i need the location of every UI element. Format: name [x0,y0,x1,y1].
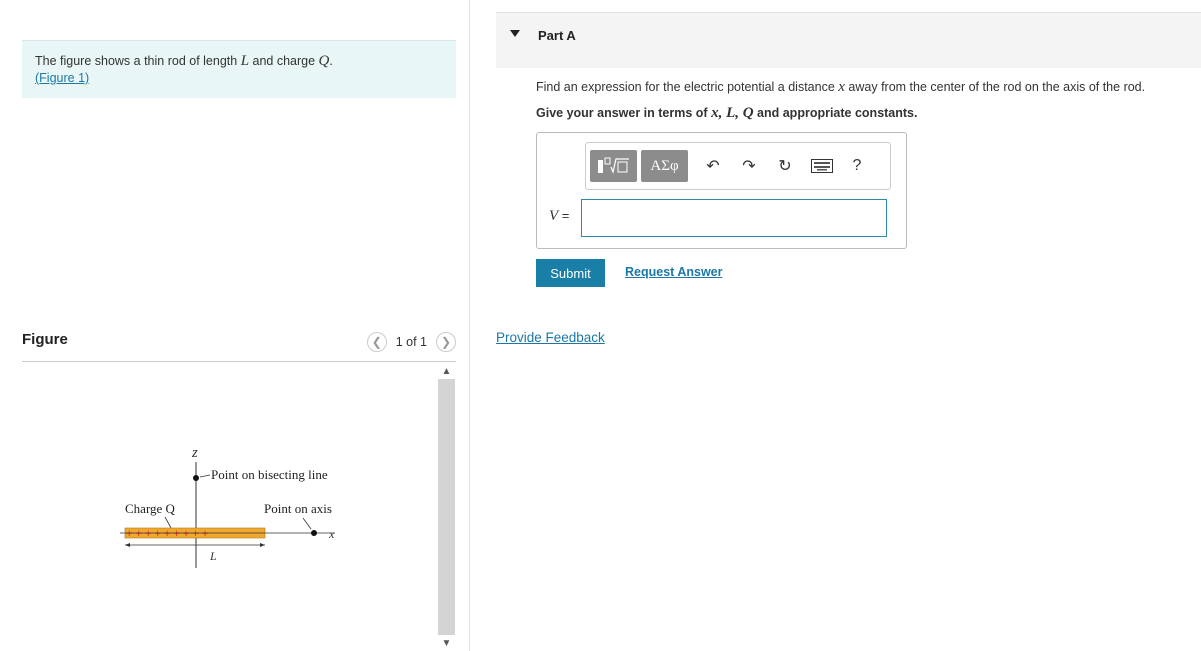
length-arrow-right [260,543,265,547]
var-Q: Q [318,53,330,69]
scroll-track[interactable] [438,379,455,635]
question-text: Find an expression for the electric pote… [536,79,1146,95]
length-arrow-left [125,543,130,547]
redo-icon: ↷ [742,158,756,175]
bisect-label: Point on bisecting line [211,467,328,482]
figure-title: Figure [22,331,68,348]
undo-icon: ↶ [706,158,720,175]
collapse-caret-icon[interactable] [510,30,520,37]
instruction-text: Give your answer in terms of x, L, Q and… [536,105,918,121]
bisect-point [193,475,199,481]
charge-label: Charge Q [125,501,176,516]
rod-figure: z Point on bisecting line Charge Q + + +… [120,445,335,568]
templates-button[interactable] [590,150,637,182]
part-title: Part A [538,28,576,43]
reset-button[interactable]: ↻ [772,150,798,182]
bisect-leader [199,474,211,478]
chevron-left-icon: ❮ [371,335,382,349]
redo-button[interactable]: ↷ [736,150,762,182]
scroll-down-icon[interactable]: ▼ [438,635,455,651]
request-answer-link[interactable]: Request Answer [625,265,722,279]
answer-input[interactable] [581,199,887,237]
templates-icon [597,157,629,175]
scroll-up-icon[interactable]: ▲ [438,363,455,379]
figure-header: Figure ❮ 1 of 1 ❯ [22,327,456,362]
rod-plus-signs: + + + + + + + + + [126,528,208,540]
greek-button[interactable]: ΑΣφ [641,150,688,182]
provide-feedback-link[interactable]: Provide Feedback [496,330,605,345]
answer-box: ΑΣφ ↶ ↷ ↻ ? V = [536,132,907,249]
charge-leader [164,516,172,529]
axis-point-label: Point on axis [264,501,332,516]
figure-scrollbar[interactable]: ▲ ▼ [438,363,455,651]
variable-label: V = [549,208,570,224]
axis-point-leader [302,517,312,530]
figure-link[interactable]: (Figure 1) [35,71,89,85]
reset-icon: ↻ [778,158,792,175]
pane-divider [469,0,470,651]
undo-button[interactable]: ↶ [700,150,726,182]
keyboard-button[interactable] [809,150,835,182]
pager-text: 1 of 1 [395,335,427,349]
submit-button[interactable]: Submit [536,259,605,287]
prev-figure-button[interactable]: ❮ [366,332,387,352]
help-button[interactable]: ? [844,150,870,182]
figure-pager: ❮ 1 of 1 ❯ [366,332,456,352]
var-L: L [240,53,250,69]
intro-box: The figure shows a thin rod of length L … [22,40,456,98]
next-figure-button[interactable]: ❯ [436,332,456,352]
intro-text: The figure shows a thin rod of length L … [35,53,333,69]
chevron-right-icon: ❯ [440,335,452,349]
length-label: L [209,549,217,563]
axis-point [311,530,317,536]
x-label: x [328,527,335,541]
z-label: z [191,445,198,461]
part-a-header[interactable]: Part A [496,12,1201,68]
math-toolbar: ΑΣφ ↶ ↷ ↻ ? [585,142,891,190]
keyboard-icon [811,159,833,173]
